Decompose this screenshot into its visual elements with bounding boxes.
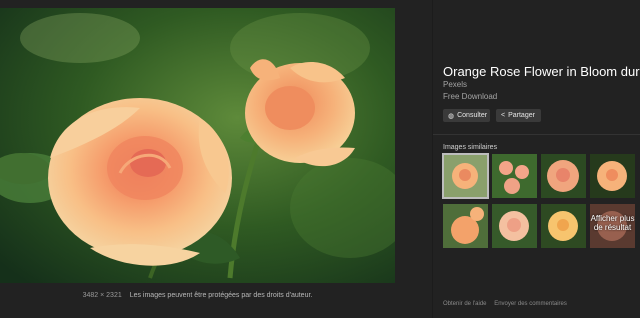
globe-icon: ◍ bbox=[448, 112, 455, 120]
more-results-thumb[interactable]: Afficher plus de résultat bbox=[590, 204, 635, 248]
image-license: Free Download bbox=[443, 92, 498, 101]
share-button-label: Partager bbox=[508, 112, 535, 119]
similar-image-thumb[interactable] bbox=[492, 154, 537, 198]
similar-images-label: Images similaires bbox=[443, 144, 498, 151]
visit-button[interactable]: ◍ Consulter bbox=[443, 109, 490, 122]
similar-image-thumb[interactable] bbox=[590, 154, 635, 198]
feedback-link[interactable]: Envoyer des commentaires bbox=[494, 301, 567, 307]
similar-image-thumb[interactable] bbox=[541, 154, 586, 198]
image-viewer: 3482 × 2321 Les images peuvent être prot… bbox=[0, 0, 432, 318]
image-dimensions: 3482 × 2321 bbox=[82, 292, 122, 299]
details-panel: Orange Rose Flower in Bloom during Pexel… bbox=[432, 0, 640, 318]
similar-image-thumb[interactable] bbox=[442, 153, 489, 199]
more-results-label: Afficher plus de résultat bbox=[590, 214, 635, 232]
divider bbox=[433, 134, 640, 135]
copyright-notice: Les images peuvent être protégées par de… bbox=[129, 292, 313, 299]
main-image[interactable] bbox=[0, 8, 395, 283]
similar-image-thumb[interactable] bbox=[492, 204, 537, 248]
image-source[interactable]: Pexels bbox=[443, 80, 467, 89]
panel-footer: Obtenir de l'aide Envoyer des commentair… bbox=[443, 301, 573, 307]
share-icon: < bbox=[501, 112, 506, 119]
image-title[interactable]: Orange Rose Flower in Bloom during bbox=[443, 64, 640, 79]
share-button[interactable]: < Partager bbox=[496, 109, 541, 122]
similar-image-thumb[interactable] bbox=[443, 204, 488, 248]
visit-button-label: Consulter bbox=[457, 112, 488, 119]
similar-image-thumb[interactable] bbox=[541, 204, 586, 248]
image-caption: 3482 × 2321 Les images peuvent être prot… bbox=[0, 292, 395, 299]
help-link[interactable]: Obtenir de l'aide bbox=[443, 301, 487, 307]
